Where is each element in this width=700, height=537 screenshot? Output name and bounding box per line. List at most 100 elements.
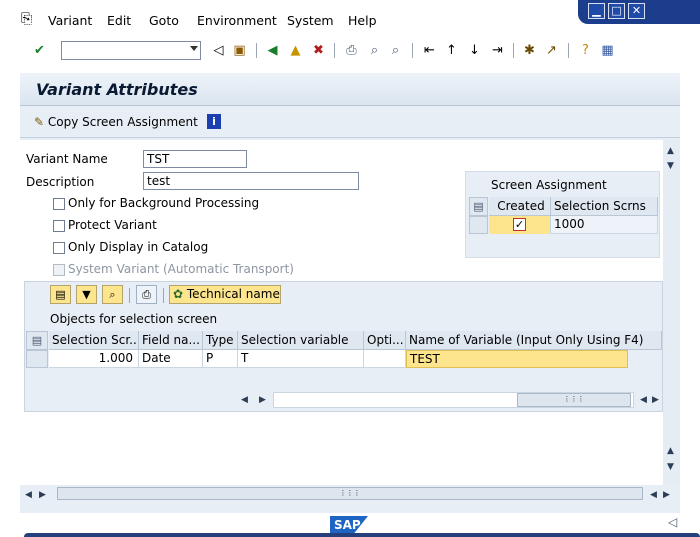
menu-system[interactable]: System — [287, 13, 334, 28]
technical-name-icon: ✿ — [173, 287, 184, 301]
table-scroll-thumb[interactable]: ⋮⋮⋮ — [517, 393, 631, 407]
menu-variant[interactable]: Variant — [48, 13, 92, 28]
scroll-down-icon[interactable]: ▼ — [667, 161, 674, 171]
column-header-selection-screen[interactable]: Selection Scr... — [49, 331, 139, 350]
exit-icon[interactable]: ▲ — [287, 42, 304, 59]
first-page-icon[interactable]: ⇤ — [421, 42, 438, 59]
toolbar-separator — [129, 288, 130, 303]
frame-horizontal-scrollbar[interactable]: ◀ ▶ ⋮⋮⋮ ◀ ▶ — [20, 485, 680, 502]
layout-menu-icon[interactable]: ▦ — [599, 42, 616, 59]
status-bar-line — [24, 533, 700, 537]
find-icon[interactable]: ⌕ — [366, 42, 383, 59]
sap-logo: SAP — [330, 516, 368, 534]
table-cell[interactable]: T — [238, 350, 364, 368]
scroll-right-icon[interactable]: ▶ — [663, 490, 670, 500]
menu-icon[interactable]: ⎘ — [21, 11, 32, 27]
table-cell[interactable]: 1.000 — [49, 350, 139, 368]
find-button[interactable]: ⌕ — [102, 285, 123, 304]
standard-toolbar: ✔ ◁ ▣ ◀ ▲ ✖ ⎙ ⌕ ⌕ ⇤ ↑ ↓ ⇥ ✱ ↗ ? ▦ — [0, 38, 700, 64]
technical-name-button[interactable]: ✿ Technical name — [169, 285, 281, 304]
system-variant-label: System Variant (Automatic Transport) — [68, 262, 294, 276]
frame-scroll-thumb[interactable]: ⋮⋮⋮ — [57, 487, 643, 500]
menu-help[interactable]: Help — [348, 13, 377, 28]
new-session-icon[interactable]: ✱ — [521, 42, 538, 59]
description-field[interactable]: test — [143, 172, 359, 190]
menu-goto[interactable]: Goto — [149, 13, 179, 28]
menu-edit[interactable]: Edit — [107, 13, 131, 28]
objects-table-container: ▤ ▼ ⌕ ⎙ ✿ Technical name Objects for sel… — [24, 281, 663, 412]
column-header-options[interactable]: Opti... — [364, 331, 406, 350]
close-button[interactable]: ✕ — [628, 3, 645, 19]
status-bar: SAP ◁ — [0, 513, 700, 537]
description-label: Description — [26, 175, 95, 189]
toolbar-separator — [513, 43, 514, 58]
info-icon[interactable]: i — [207, 114, 221, 129]
scroll-left-icon[interactable]: ◀ — [650, 490, 657, 500]
scroll-left-icon[interactable]: ◀ — [640, 395, 647, 405]
filter-button[interactable]: ▼ — [76, 285, 97, 304]
maximize-button[interactable]: □ — [608, 3, 625, 19]
protect-variant-label: Protect Variant — [68, 218, 157, 232]
next-page-icon[interactable]: ↓ — [466, 42, 483, 59]
row-selector[interactable] — [469, 216, 488, 234]
protect-variant-checkbox[interactable] — [53, 220, 65, 232]
help-icon[interactable]: ? — [577, 42, 594, 59]
scroll-up-icon[interactable]: ▲ — [667, 446, 674, 456]
created-column-header[interactable]: Created — [489, 197, 551, 216]
toolbar-separator — [256, 43, 257, 58]
scroll-right-icon[interactable]: ▶ — [39, 490, 46, 500]
column-header-type[interactable]: Type — [203, 331, 238, 350]
scroll-right-icon[interactable]: ▶ — [652, 395, 659, 405]
print-button[interactable]: ⎙ — [136, 285, 157, 304]
table-cell[interactable]: P — [203, 350, 238, 368]
toolbar-separator — [568, 43, 569, 58]
scroll-down-icon[interactable]: ▼ — [667, 462, 674, 472]
application-toolbar: ✎ Copy Screen Assignment i — [20, 106, 680, 138]
last-page-icon[interactable]: ⇥ — [489, 42, 506, 59]
content-vertical-scrollbar[interactable]: ▲ ▼ ▲ ▼ — [663, 140, 680, 485]
selection-scrns-cell[interactable]: 1000 — [551, 216, 658, 234]
cancel-icon[interactable]: ✖ — [310, 42, 327, 59]
column-header-variable-name[interactable]: Name of Variable (Input Only Using F4) — [406, 331, 662, 350]
variant-name-field[interactable]: TST — [143, 150, 247, 168]
select-all-icon[interactable]: ▤ — [469, 197, 488, 216]
minimize-button[interactable]: ▁ — [588, 3, 605, 19]
save-icon[interactable]: ▣ — [231, 42, 248, 59]
shortcut-icon[interactable]: ↗ — [543, 42, 560, 59]
scroll-left-icon[interactable]: ◀ — [241, 395, 248, 405]
display-in-catalog-checkbox[interactable] — [53, 242, 65, 254]
column-header-field-name[interactable]: Field na... — [139, 331, 203, 350]
screen-assignment-title: Screen Assignment — [491, 178, 607, 192]
find-next-icon[interactable]: ⌕ — [387, 42, 404, 59]
created-checkbox[interactable]: ✓ — [513, 218, 526, 231]
table-details-button[interactable]: ▤ — [50, 285, 71, 304]
status-bar-toggle-icon[interactable]: ◁ — [668, 515, 677, 529]
created-cell[interactable]: ✓ — [489, 216, 551, 234]
table-cell[interactable] — [364, 350, 406, 368]
menu-environment[interactable]: Environment — [197, 13, 277, 28]
toolbar-separator — [412, 43, 413, 58]
copy-screen-assignment-button[interactable]: ✎ Copy Screen Assignment — [34, 115, 198, 129]
scroll-up-icon[interactable]: ▲ — [667, 146, 674, 156]
table-cell[interactable]: Date — [139, 350, 203, 368]
column-header-selection-variable[interactable]: Selection variable — [238, 331, 364, 350]
command-field[interactable] — [61, 41, 201, 60]
enter-icon[interactable]: ✔ — [31, 42, 48, 59]
row-selector[interactable] — [26, 350, 48, 368]
pencil-icon: ✎ — [34, 115, 45, 129]
scroll-right-icon[interactable]: ▶ — [259, 395, 266, 405]
back-arrow-icon[interactable]: ◁ — [210, 42, 227, 59]
variable-name-cell[interactable]: TEST — [406, 350, 628, 368]
previous-page-icon[interactable]: ↑ — [443, 42, 460, 59]
background-processing-label: Only for Background Processing — [68, 196, 260, 210]
select-all-icon[interactable]: ▤ — [26, 331, 48, 350]
back-icon[interactable]: ◀ — [264, 42, 281, 59]
display-in-catalog-label: Only Display in Catalog — [68, 240, 209, 254]
print-icon[interactable]: ⎙ — [343, 42, 360, 59]
title-bar: Variant Attributes — [20, 73, 680, 106]
selection-scrns-column-header[interactable]: Selection Scrns — [551, 197, 658, 216]
chevron-down-icon[interactable] — [190, 46, 198, 51]
background-processing-checkbox[interactable] — [53, 198, 65, 210]
window-controls: ▁ □ ✕ — [578, 0, 700, 24]
scroll-left-icon[interactable]: ◀ — [25, 490, 32, 500]
